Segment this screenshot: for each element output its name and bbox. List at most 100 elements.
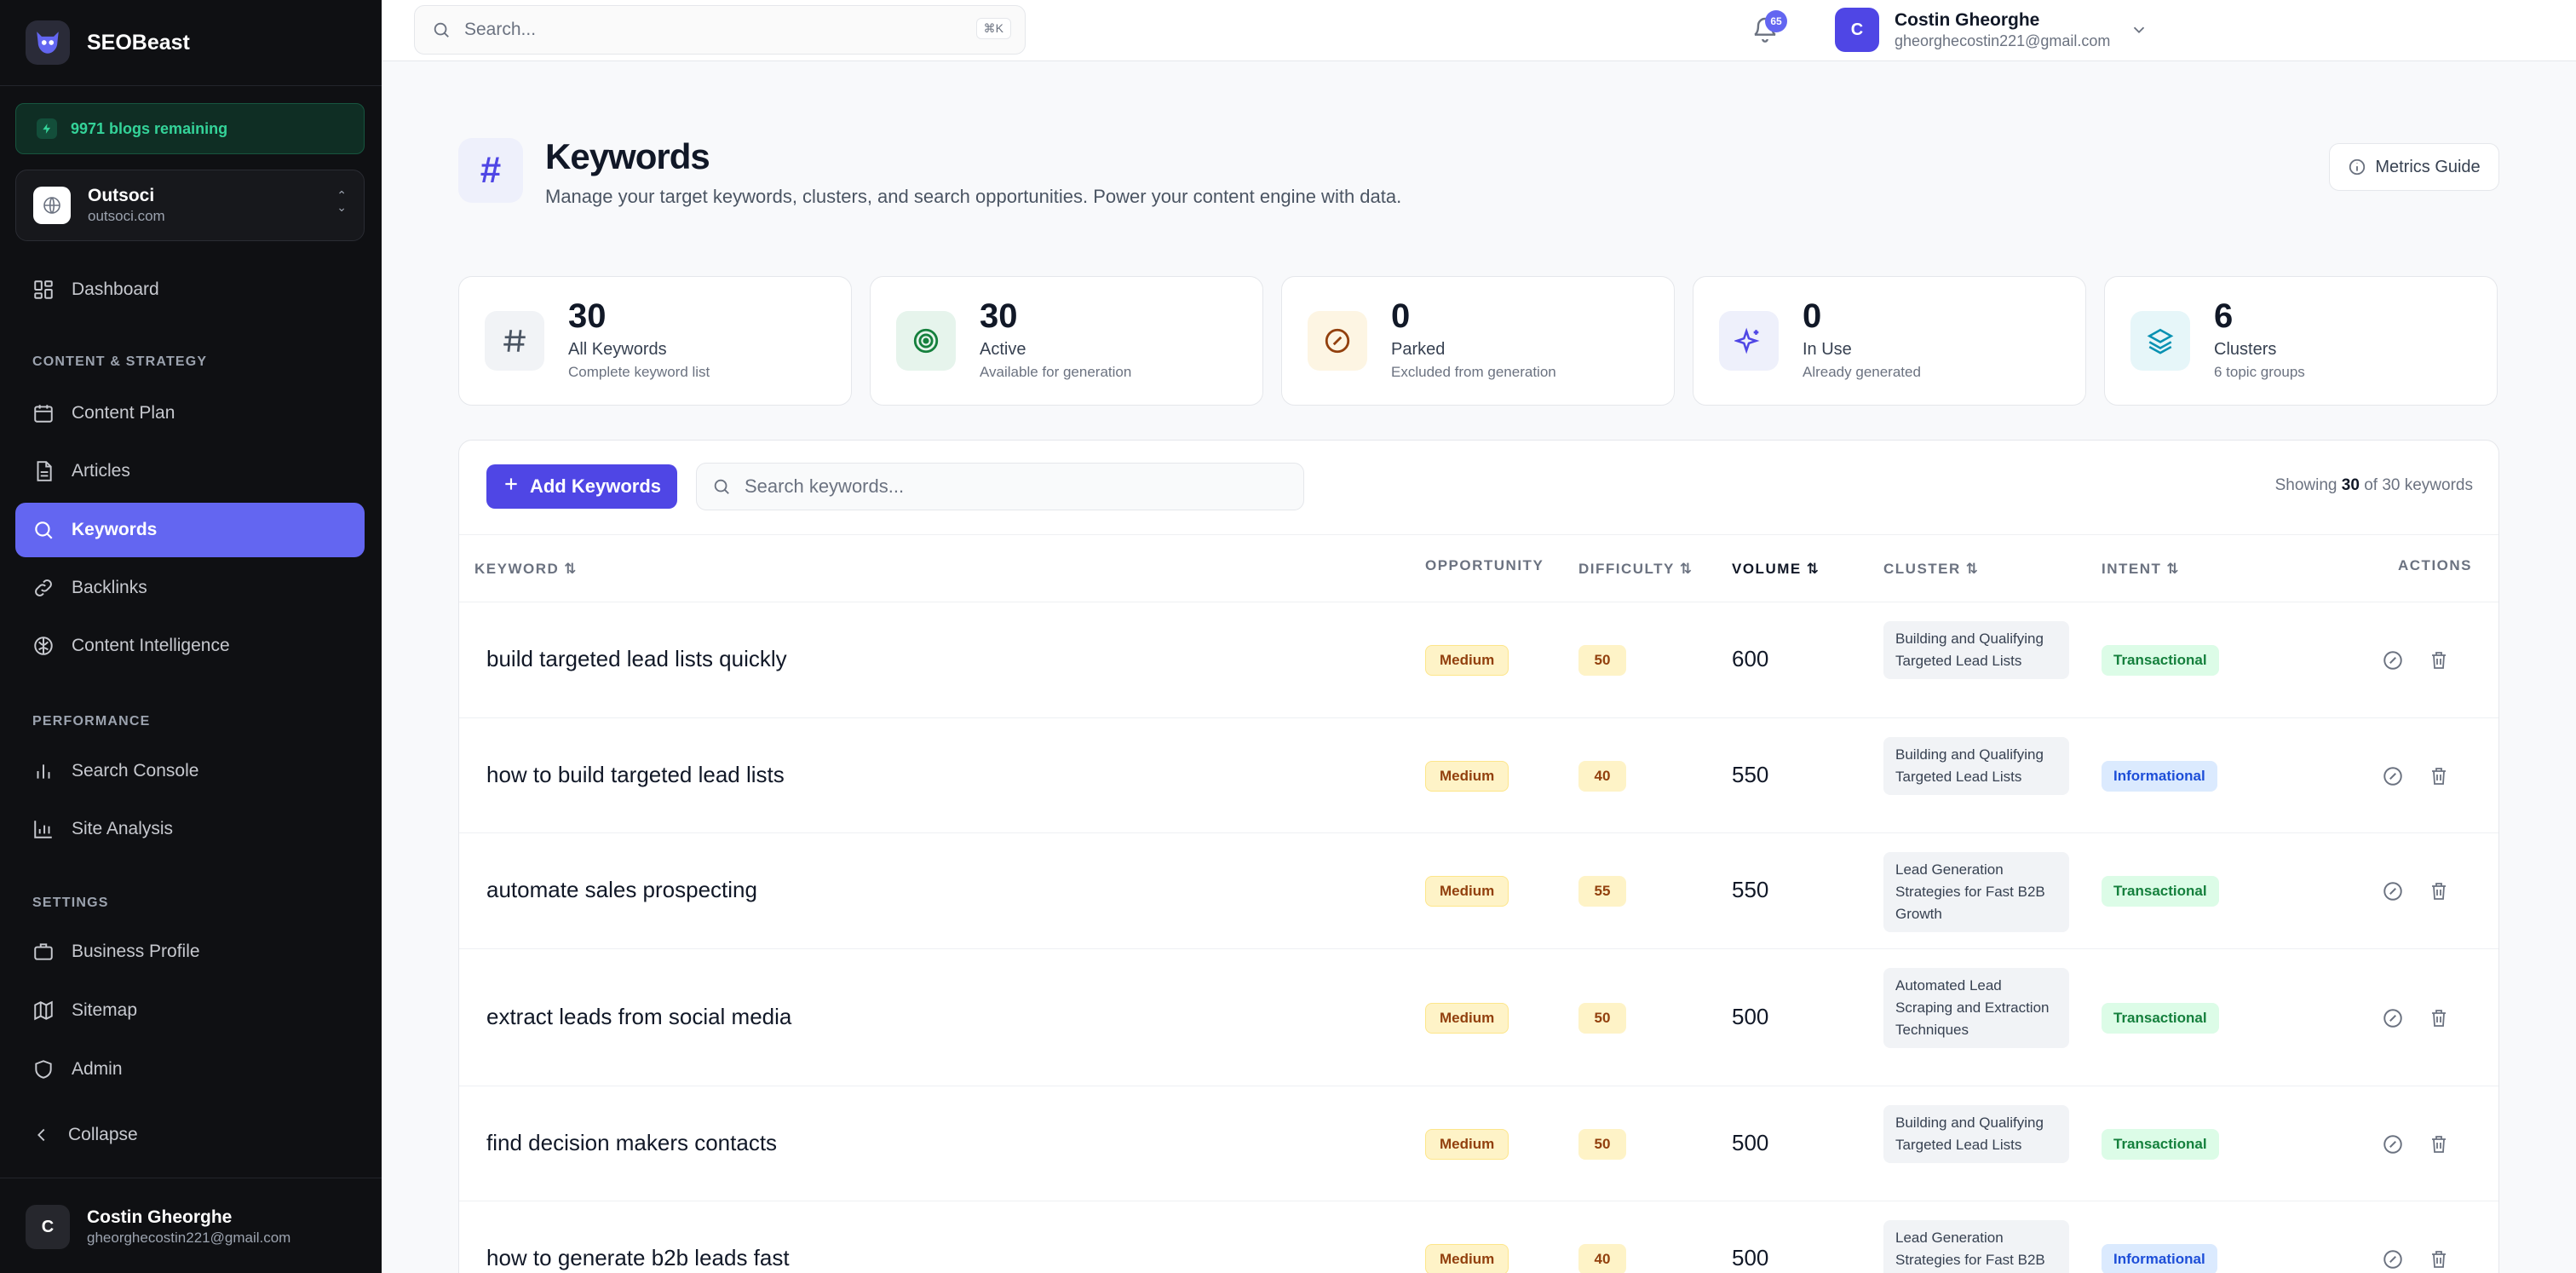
park-icon[interactable] [2381,1132,2405,1156]
page-subtitle: Manage your target keywords, clusters, a… [545,186,1402,207]
map-icon [34,1000,53,1021]
keyword-text: build targeted lead lists quickly [486,646,787,671]
column-header-difficulty[interactable]: DIFFICULTY ⇅ [1578,561,1693,578]
search-icon [434,22,449,37]
stat-value: 0 [1391,297,1411,335]
column-header-volume[interactable]: VOLUME ⇅ [1732,561,1820,578]
sidebar-item-sitemap[interactable]: Sitemap [15,983,365,1038]
sidebar-item-keywords[interactable]: Keywords [15,503,365,557]
globe-icon [33,187,71,224]
cluster-badge[interactable]: Automated Lead Scraping and Extraction T… [1883,968,2069,1048]
volume-value: 500 [1732,1004,1769,1029]
table-row[interactable]: how to generate b2b leads fast Medium 40… [459,1201,2498,1273]
keyword-text: automate sales prospecting [486,877,757,902]
sidebar-item-admin[interactable]: Admin [15,1042,365,1097]
opportunity-badge: Medium [1425,761,1509,792]
column-header-cluster[interactable]: CLUSTER ⇅ [1883,561,1980,578]
volume-value: 550 [1732,877,1769,902]
opportunity-badge: Medium [1425,876,1509,907]
sidebar-item-label: Search Console [72,761,199,781]
trash-icon[interactable] [2427,1132,2451,1156]
bar-chart-icon [37,764,50,779]
sort-icon: ⇅ [564,561,578,577]
cluster-badge[interactable]: Building and Qualifying Targeted Lead Li… [1883,737,2069,795]
trash-icon[interactable] [2427,1247,2451,1271]
intent-badge: Informational [2102,1244,2217,1273]
chevron-down-icon[interactable] [2130,20,2148,43]
table-row[interactable]: build targeted lead lists quickly Medium… [459,602,2498,718]
parked-icon [1308,311,1367,371]
sidebar-item-label: Articles [72,461,130,481]
table-row[interactable]: automate sales prospecting Medium 55 550… [459,833,2498,949]
sidebar-item-backlinks[interactable]: Backlinks [15,561,365,615]
collapse-button[interactable]: Collapse [15,1108,365,1162]
brand[interactable]: SEOBeast [26,19,190,66]
table-row[interactable]: how to build targeted lead lists Medium … [459,718,2498,833]
results-count: Showing 30 of 30 keywords [2275,476,2473,495]
sidebar-item-dashboard[interactable]: Dashboard [15,262,365,317]
park-icon[interactable] [2381,764,2405,788]
stat-value: 30 [568,297,607,335]
collapse-label: Collapse [68,1125,138,1144]
intent-badge: Transactional [2102,645,2219,676]
park-icon[interactable] [2381,879,2405,903]
column-header-intent[interactable]: INTENT ⇅ [2102,561,2180,578]
stat-card-clusters[interactable]: 6 Clusters 6 topic groups [2104,276,2498,406]
column-header-label: CLUSTER [1883,561,1961,577]
sidebar-item-search-console[interactable]: Search Console [15,744,365,798]
keyword-text: extract leads from social media [486,1004,792,1029]
sidebar-item-site-analysis[interactable]: Site Analysis [15,802,365,856]
stat-desc: Already generated [1803,364,1921,380]
stat-desc: Excluded from generation [1391,364,1556,380]
sidebar-item-content-plan[interactable]: Content Plan [15,386,365,441]
sidebar-item-content-intelligence[interactable]: Content Intelligence [15,619,365,673]
column-header-keyword[interactable]: KEYWORD ⇅ [474,561,578,578]
park-icon[interactable] [2381,1247,2405,1271]
cluster-badge[interactable]: Lead Generation Strategies for Fast B2B … [1883,1220,2069,1273]
park-icon[interactable] [2381,648,2405,672]
metrics-guide-button[interactable]: Metrics Guide [2329,143,2499,191]
volume-value: 500 [1732,1130,1769,1155]
cluster-badge[interactable]: Building and Qualifying Targeted Lead Li… [1883,1105,2069,1163]
stat-label: In Use [1803,340,1852,359]
sidebar-item-business-profile[interactable]: Business Profile [15,925,365,979]
keyword-search-input[interactable]: Search keywords... [696,463,1304,510]
trash-icon[interactable] [2427,1006,2451,1030]
hash-icon [485,311,544,371]
user-menu[interactable]: C Costin Gheorghe gheorghecostin221@gmai… [1835,8,2110,52]
trash-icon[interactable] [2427,648,2451,672]
blogs-remaining-banner[interactable]: 9971 blogs remaining [15,103,365,154]
intent-badge: Transactional [2102,1129,2219,1160]
sidebar-user-name: Costin Gheorghe [87,1207,233,1227]
stat-card-in-use[interactable]: 0 In Use Already generated [1693,276,2086,406]
stat-card-all-keywords[interactable]: 30 All Keywords Complete keyword list [458,276,852,406]
cluster-badge[interactable]: Building and Qualifying Targeted Lead Li… [1883,621,2069,679]
global-search-placeholder: Search... [464,20,537,39]
chevron-up-down-icon: ⌃ ⌄ [336,188,347,214]
dashboard-icon [34,280,53,299]
park-icon[interactable] [2381,1006,2405,1030]
stat-card-active[interactable]: 30 Active Available for generation [870,276,1263,406]
difficulty-badge: 50 [1578,1129,1626,1160]
volume-value: 500 [1732,1245,1769,1270]
trash-icon[interactable] [2427,879,2451,903]
column-header-label: OPPORTUNITY [1425,557,1544,573]
table-row[interactable]: extract leads from social media Medium 5… [459,949,2498,1086]
stat-value: 30 [980,297,1018,335]
sidebar-item-articles[interactable]: Articles [15,444,365,498]
add-keywords-button[interactable]: Add Keywords [486,464,677,509]
global-search-input[interactable]: Search... ⌘K [414,5,1026,55]
results-prefix: Showing [2274,476,2337,494]
opportunity-badge: Medium [1425,1129,1509,1160]
stat-card-parked[interactable]: 0 Parked Excluded from generation [1281,276,1675,406]
sidebar-user[interactable]: C Costin Gheorghe gheorghecostin221@gmai… [26,1205,290,1249]
workspace-switcher[interactable]: Outsoci outsoci.com ⌃ ⌄ [15,170,365,241]
table-row[interactable]: find decision makers contacts Medium 50 … [459,1086,2498,1201]
stat-label: Active [980,340,1026,359]
calendar-icon [34,405,53,423]
sidebar-item-label: Content Intelligence [72,636,230,655]
cluster-badge[interactable]: Lead Generation Strategies for Fast B2B … [1883,852,2069,932]
stat-label: Clusters [2214,340,2277,359]
hash-icon: # [458,138,523,203]
trash-icon[interactable] [2427,764,2451,788]
